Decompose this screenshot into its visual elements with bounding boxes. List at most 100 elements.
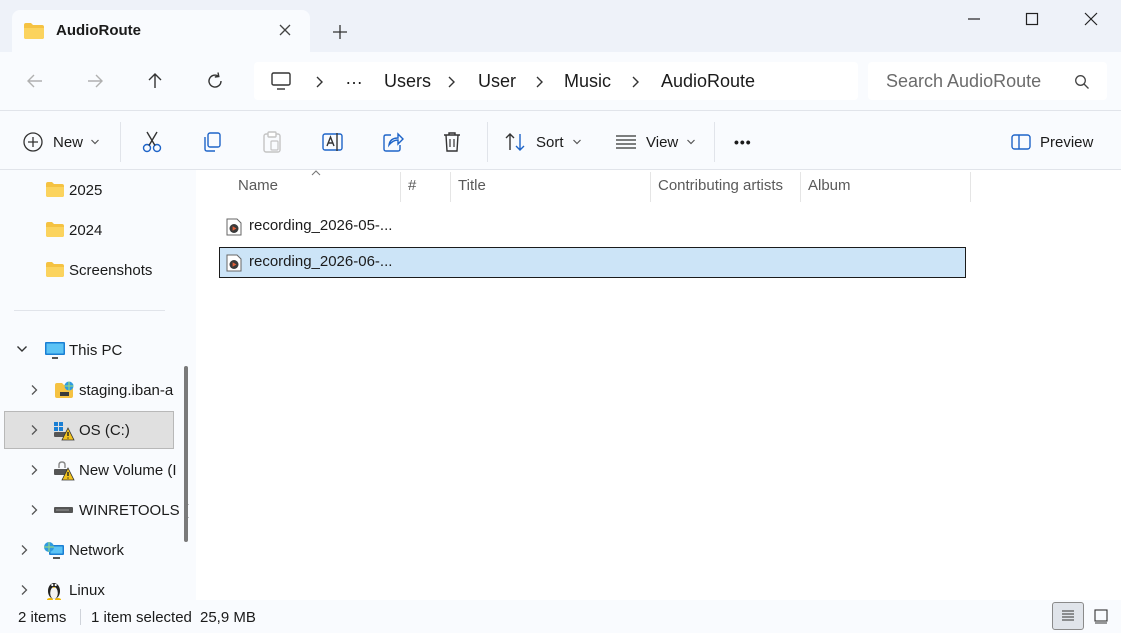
nav-folder-screenshots[interactable]: Screenshots [4,251,174,289]
nav-drive-new-volume[interactable]: New Volume (I [4,451,177,489]
delete-button[interactable] [441,128,463,156]
close-tab-icon[interactable] [278,23,292,37]
preview-pane-icon [1010,133,1032,151]
nav-folder-2025[interactable]: 2025 [4,171,174,209]
new-tab-button[interactable] [330,22,350,42]
linux-penguin-icon [45,579,63,600]
see-more-button[interactable]: ••• [734,128,752,156]
crumb-music[interactable]: Music [564,71,611,92]
back-button[interactable] [20,66,50,96]
scissors-icon [141,130,163,154]
large-icons-view-button[interactable] [1090,604,1112,628]
folder-icon [45,261,65,278]
crumb-users[interactable]: Users [384,71,431,92]
nav-this-pc[interactable]: This PC [4,331,174,369]
chevron-right-icon[interactable] [29,464,39,476]
network-icon [43,541,65,560]
chevron-right-icon[interactable] [19,584,29,596]
nav-network[interactable]: Network [4,531,174,569]
column-divider[interactable] [800,172,801,202]
toolbar-divider [120,122,121,162]
details-view-button[interactable] [1052,602,1084,630]
status-divider [80,609,81,625]
rename-button[interactable] [321,128,345,156]
column-header-title[interactable]: Title [458,177,486,194]
share-icon [381,130,405,154]
rename-icon [321,130,345,154]
chevron-down-icon[interactable] [16,344,28,354]
minimize-button[interactable] [945,0,1003,38]
cut-button[interactable] [141,128,163,156]
preview-button[interactable]: Preview [1010,128,1093,156]
warning-drive-icon [53,421,75,441]
search-icon[interactable] [1074,74,1090,90]
nav-divider [14,310,165,311]
hidden-crumbs-button[interactable]: … [345,68,363,89]
large-icons-view-icon [1093,608,1109,624]
preview-label: Preview [1040,133,1094,151]
view-button[interactable]: View [614,128,696,156]
new-label: New [53,133,84,151]
selection-count: 1 item selected [91,609,192,626]
chevron-down-icon [90,138,100,146]
copy-button[interactable] [201,128,223,156]
toolbar-divider [714,122,715,162]
nav-drive-staging[interactable]: staging.iban-a [4,371,174,409]
chevron-down-icon [572,138,582,146]
details-view-icon [1060,609,1076,623]
linux-label: Linux [69,582,105,599]
nav-folder-2024[interactable]: 2024 [4,211,174,249]
paste-button[interactable] [261,128,283,156]
column-divider[interactable] [450,172,451,202]
this-pc-label: This PC [69,342,123,359]
folder-icon [23,22,45,40]
column-header-contributing-artists[interactable]: Contributing artists [658,177,783,194]
column-divider[interactable] [650,172,651,202]
chevron-right-icon[interactable] [29,384,39,396]
address-bar[interactable]: … Users User Music AudioRoute [254,62,858,100]
view-label: View [646,133,679,151]
maximize-button[interactable] [1003,0,1061,38]
search-box[interactable]: Search AudioRoute [868,62,1107,100]
crumb-audioroute[interactable]: AudioRoute [661,71,755,92]
computer-icon[interactable] [270,71,292,91]
nav-drive-winretools[interactable]: WINRETOOLS ( [4,491,189,529]
crumb-user[interactable]: User [478,71,516,92]
chevron-right-icon[interactable] [314,76,324,88]
chevron-right-icon[interactable] [446,76,456,88]
sort-button[interactable]: Sort [504,128,582,156]
chevron-right-icon[interactable] [29,424,39,436]
share-button[interactable] [381,128,405,156]
chevron-right-icon[interactable] [29,504,39,516]
folder-icon [45,221,65,238]
selection-size: 25,9 MB [200,609,256,626]
status-bar: 2 items 1 item selected 25,9 MB [0,600,1121,633]
file-name: recording_2026-05-... [249,217,393,234]
tab-title: AudioRoute [56,22,141,39]
file-row[interactable]: recording_2026-05-... [219,211,966,242]
drive-label: OS (C:) [79,422,130,439]
network-folder-icon [54,381,76,400]
file-row-selected[interactable]: recording_2026-06-... [219,247,966,278]
network-label: Network [69,542,125,559]
up-button[interactable] [140,66,170,96]
column-divider[interactable] [400,172,401,202]
refresh-button[interactable] [200,66,230,96]
drive-label: New Volume (I [79,462,177,479]
nav-drive-os-c[interactable]: OS (C:) [4,411,174,449]
forward-button[interactable] [80,66,110,96]
column-header-album[interactable]: Album [808,177,851,194]
chevron-right-icon[interactable] [630,76,640,88]
column-header-number[interactable]: # [408,177,416,194]
chevron-right-icon[interactable] [19,544,29,556]
folder-icon [45,181,65,198]
close-window-button[interactable] [1062,0,1120,38]
column-divider[interactable] [970,172,971,202]
nav-linux[interactable]: Linux [4,571,174,600]
chevron-right-icon[interactable] [534,76,544,88]
tab-audioroute[interactable]: AudioRoute [12,10,310,52]
new-button[interactable]: New [22,128,100,156]
column-header-name[interactable]: Name [238,177,278,194]
nav-pane-scrollbar[interactable] [184,366,188,542]
audio-file-icon [226,254,242,272]
